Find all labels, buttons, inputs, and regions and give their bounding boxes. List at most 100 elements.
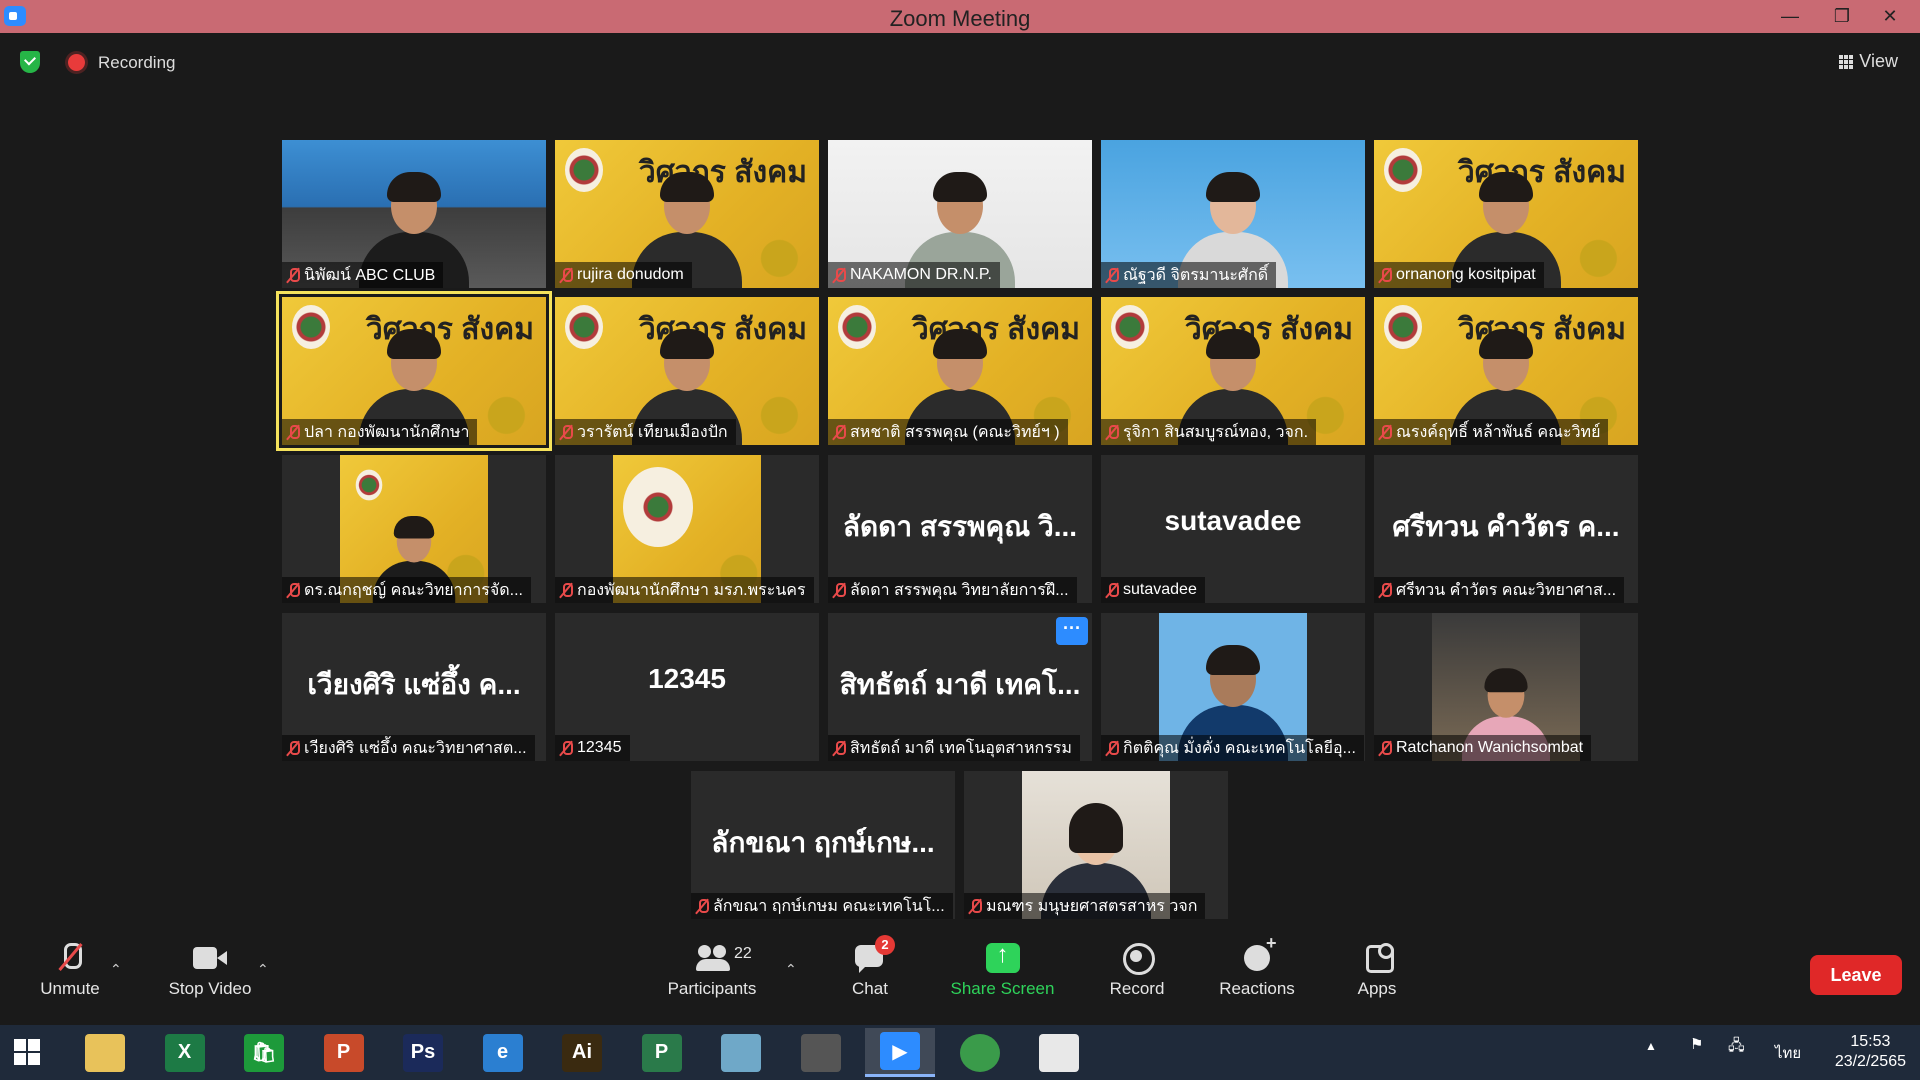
participant-tile[interactable]: มณฑร มนุษยศาสตรสาหร วจก <box>964 771 1228 919</box>
participant-name: ณัฐวดี จิตรมานะศักดิ์ <box>1123 266 1269 284</box>
participant-name: กิตติคุณ มั่งคั่ง คณะเทคโนโลยีอุ... <box>1123 739 1356 757</box>
participant-tile[interactable]: วิศวกร สังคม ornanong kositpipat <box>1374 140 1638 288</box>
muted-mic-icon <box>286 582 300 598</box>
taskbar-illustrator[interactable]: Ai <box>547 1028 617 1077</box>
restore-button[interactable]: ❐ <box>1822 0 1862 33</box>
taskbar-internet-explorer[interactable]: e <box>468 1028 538 1077</box>
chat-unread-badge: 2 <box>875 935 895 955</box>
participant-name: 12345 <box>577 739 622 756</box>
muted-mic-icon <box>559 582 573 598</box>
muted-mic-icon <box>286 424 300 440</box>
participant-nameplate: ปลา กองพัฒนานักศึกษา <box>282 419 478 445</box>
muted-mic-icon <box>1378 267 1392 283</box>
tray-overflow-icon[interactable]: ▲ <box>1645 1039 1657 1053</box>
muted-mic-icon <box>559 424 573 440</box>
participant-name: สิทธัตถ์ มาดี เทคโนอุตสาหกรรม <box>850 739 1072 757</box>
audio-options-caret[interactable]: ⌃ <box>110 961 122 978</box>
participant-tile[interactable]: วิศวกร สังคม ปลา กองพัฒนานักศึกษา <box>276 291 552 451</box>
view-button[interactable]: View <box>1839 51 1898 72</box>
participants-options-caret[interactable]: ⌃ <box>785 961 797 978</box>
university-seal-icon <box>1384 148 1422 192</box>
muted-mic-icon <box>832 740 846 756</box>
photoscape-icon <box>800 1033 841 1072</box>
participant-tile[interactable]: NAKAMON DR.N.P. <box>828 140 1092 288</box>
taskbar-notes-app[interactable] <box>706 1028 776 1077</box>
participant-tile[interactable]: ลัดดา สรรพคุณ วิ... ลัดดา สรรพคุณ วิทยาล… <box>828 455 1092 603</box>
input-language[interactable]: ไทย <box>1775 1041 1801 1065</box>
record-button[interactable]: Record <box>1105 943 1169 999</box>
paint-icon <box>1039 1033 1079 1072</box>
apps-button[interactable]: Apps <box>1352 943 1402 999</box>
participant-nameplate: rujira donudom <box>555 262 692 288</box>
video-options-caret[interactable]: ⌃ <box>257 961 269 978</box>
muted-mic-icon <box>1105 424 1119 440</box>
participant-name: ลัดดา สรรพคุณ วิทยาลัยการฝึ... <box>850 581 1069 599</box>
participants-button[interactable]: 22 Participants <box>660 943 764 999</box>
participant-tile[interactable]: ศรีทวน คำวัตร ค... ศรีทวน คำวัตร คณะวิทย… <box>1374 455 1638 603</box>
system-clock[interactable]: 15:53 23/2/2565 <box>1835 1032 1906 1072</box>
university-seal-icon <box>355 469 383 501</box>
security-shield-icon[interactable] <box>20 51 40 73</box>
internet-explorer-icon: e <box>482 1033 523 1072</box>
stop-video-button[interactable]: Stop Video <box>160 943 260 999</box>
tile-more-options-button[interactable]: ··· <box>1056 617 1088 645</box>
participant-tile[interactable]: วิศวกร สังคม สหชาติ สรรพคุณ (คณะวิทย์ฯ ) <box>828 297 1092 445</box>
close-button[interactable]: ✕ <box>1870 0 1910 33</box>
unmute-button[interactable]: Unmute <box>30 943 110 999</box>
stop-video-label: Stop Video <box>168 979 252 998</box>
chat-button[interactable]: 2 Chat <box>840 935 900 999</box>
participant-tile[interactable]: วิศวกร สังคม rujira donudom <box>555 140 819 288</box>
share-screen-button[interactable]: Share Screen <box>945 941 1060 999</box>
taskbar-photoshop[interactable]: Ps <box>388 1028 458 1077</box>
unmute-label: Unmute <box>40 979 100 998</box>
muted-mic-icon <box>832 267 846 283</box>
reactions-label: Reactions <box>1219 979 1295 998</box>
clock-date: 23/2/2565 <box>1834 1053 1906 1070</box>
participant-tile[interactable]: กองพัฒนานักศึกษา มรภ.พระนคร <box>555 455 819 603</box>
leave-button[interactable]: Leave <box>1810 955 1902 995</box>
participant-tile[interactable]: ลักขณา ฤกษ์เกษ... ลักขณา ฤกษ์เกษม คณะเทค… <box>691 771 955 919</box>
muted-mic-icon <box>1378 424 1392 440</box>
chrome-icon <box>959 1033 1000 1072</box>
participant-tile[interactable]: ดร.ณกฤชญ์ คณะวิทยาการจัด... <box>282 455 546 603</box>
participant-tile[interactable]: 12345 12345 <box>555 613 819 761</box>
meeting-controls: Unmute ⌃ Stop Video ⌃ 22 Participants ⌃ … <box>0 927 1920 1025</box>
excel-icon: X <box>164 1033 205 1072</box>
participant-tile[interactable]: วิศวกร สังคม วรารัตน์ เทียนเมืองปัก <box>555 297 819 445</box>
university-seal-icon <box>565 148 603 192</box>
participant-tile[interactable]: sutavadee sutavadee <box>1101 455 1365 603</box>
participant-nameplate: ศรีทวน คำวัตร คณะวิทยาศาส... <box>1374 577 1625 603</box>
participant-tile[interactable]: วิศวกร สังคม รุจิกา สินสมบูรณ์ทอง, วจก. <box>1101 297 1365 445</box>
participant-name: สหชาติ สรรพคุณ (คณะวิทย์ฯ ) <box>850 423 1060 441</box>
participant-display-name: ลัดดา สรรพคุณ วิ... <box>842 511 1078 542</box>
taskbar-photoscape[interactable] <box>786 1028 856 1077</box>
muted-mic-icon <box>1105 267 1119 283</box>
participant-name: ornanong kositpipat <box>1396 266 1536 283</box>
participant-display-name: 12345 <box>648 663 726 694</box>
video-camera-icon <box>193 943 227 973</box>
network-icon[interactable]: 🖧 <box>1728 1035 1745 1060</box>
participant-tile[interactable]: สิทธัตถ์ มาดี เทคโ... ··· สิทธัตถ์ มาดี เ… <box>828 613 1092 761</box>
taskbar-project[interactable]: P <box>627 1028 697 1077</box>
windows-start-icon[interactable] <box>14 1039 40 1065</box>
participant-tile[interactable]: Ratchanon Wanichsombat <box>1374 613 1638 761</box>
apps-icon <box>1360 943 1394 973</box>
participant-tile[interactable]: วิศวกร สังคม ณรงค์ฤทธิ์ หล้าพันธ์ คณะวิท… <box>1374 297 1638 445</box>
participant-tile[interactable]: Coaching PROGRAM for Lecturer นิพัฒน์ AB… <box>282 140 546 288</box>
participant-nameplate: NAKAMON DR.N.P. <box>828 262 1000 288</box>
muted-mic-icon <box>1105 582 1119 598</box>
minimize-button[interactable]: — <box>1770 0 1810 33</box>
action-center-flag-icon[interactable]: ⚑ <box>1690 1035 1703 1053</box>
taskbar-file-explorer[interactable] <box>70 1028 140 1077</box>
taskbar-excel[interactable]: X <box>150 1028 220 1077</box>
participant-tile[interactable]: ณัฐวดี จิตรมานะศักดิ์ <box>1101 140 1365 288</box>
taskbar-powerpoint[interactable]: P <box>309 1028 379 1077</box>
taskbar-paint[interactable] <box>1024 1028 1094 1077</box>
participant-tile[interactable]: เวียงศิริ แซ่อึ้ง ค... เวียงศิริ แซ่อึ้ง… <box>282 613 546 761</box>
participant-tile[interactable]: กิตติคุณ มั่งคั่ง คณะเทคโนโลยีอุ... <box>1101 613 1365 761</box>
meeting-top-bar: Recording View <box>0 33 1920 93</box>
taskbar-zoom[interactable]: ▶ <box>865 1028 935 1077</box>
taskbar-chrome[interactable] <box>945 1028 1015 1077</box>
taskbar-store[interactable]: 🛍 <box>229 1028 299 1077</box>
reactions-button[interactable]: Reactions <box>1215 933 1299 999</box>
